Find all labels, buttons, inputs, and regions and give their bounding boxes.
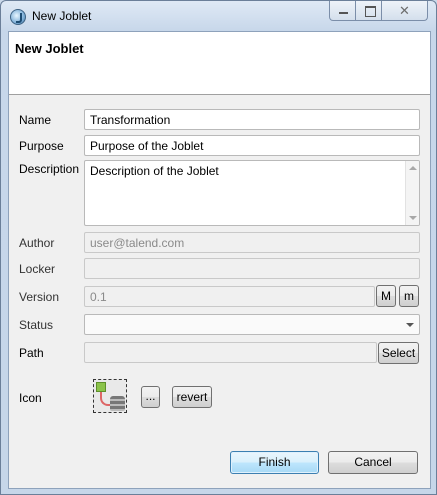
author-label: Author (19, 236, 55, 250)
dropdown-arrow-icon[interactable] (406, 323, 414, 327)
name-label: Name (19, 113, 52, 127)
description-scrollbar[interactable] (405, 161, 419, 225)
maximize-button[interactable] (355, 1, 382, 21)
version-field: 0.1 (84, 286, 375, 307)
icon-revert-button[interactable]: revert (172, 386, 212, 408)
description-text: Description of the Joblet (90, 164, 219, 178)
talend-app-icon (10, 9, 26, 25)
purpose-label: Purpose (19, 139, 64, 153)
version-major-button[interactable]: M (376, 285, 396, 307)
purpose-field[interactable]: Purpose of the Joblet (84, 135, 420, 156)
finish-button[interactable]: Finish (230, 451, 319, 474)
close-button[interactable]: ✕ (381, 1, 428, 21)
locker-label: Locker (19, 262, 56, 276)
dialog-body: New Joblet Name Transformation Purpose P… (8, 31, 431, 489)
icon-label: Icon (19, 391, 42, 405)
minimize-button[interactable] (329, 1, 356, 21)
description-textarea[interactable]: Description of the Joblet (84, 160, 420, 226)
cancel-button[interactable]: Cancel (328, 451, 418, 474)
joblet-icon-preview (93, 379, 127, 413)
wizard-title: New Joblet (15, 41, 84, 56)
status-combo[interactable] (84, 314, 420, 335)
scroll-down-icon[interactable] (409, 216, 417, 220)
path-field (84, 342, 377, 363)
scroll-up-icon[interactable] (409, 166, 417, 170)
version-label: Version (19, 290, 60, 304)
window-title: New Joblet (32, 9, 92, 23)
joblet-database-icon (110, 396, 125, 411)
joblet-icon-square (96, 382, 106, 392)
path-label: Path (19, 346, 44, 360)
new-joblet-window: New Joblet ✕ New Joblet Name Transformat… (0, 0, 437, 495)
locker-field (84, 258, 420, 279)
name-field[interactable]: Transformation (84, 109, 420, 130)
icon-browse-button[interactable]: ... (141, 386, 160, 408)
version-minor-button[interactable]: m (399, 285, 419, 307)
author-field: user@talend.com (84, 232, 420, 253)
path-select-button[interactable]: Select (378, 342, 419, 364)
close-icon: ✕ (399, 3, 410, 18)
description-label: Description (19, 162, 80, 176)
title-bar[interactable]: New Joblet ✕ (1, 1, 436, 31)
status-label: Status (19, 318, 54, 332)
wizard-header: New Joblet (9, 32, 430, 95)
